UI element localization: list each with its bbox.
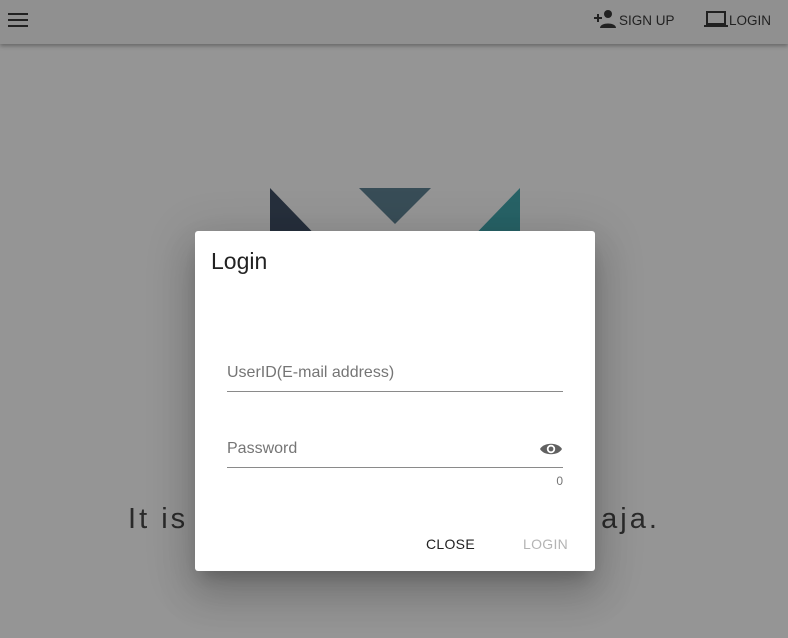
password-char-counter: 0 [556, 474, 563, 488]
dialog-title: Login [211, 248, 268, 274]
password-field [227, 433, 563, 468]
password-input[interactable] [227, 433, 527, 465]
login-dialog: Login 0 CLOSE LOGIN [195, 231, 595, 571]
close-button[interactable]: CLOSE [426, 531, 475, 557]
userid-input[interactable] [227, 357, 527, 389]
login-submit-button[interactable]: LOGIN [523, 531, 568, 557]
userid-field [227, 357, 563, 392]
eye-icon[interactable] [539, 437, 563, 461]
